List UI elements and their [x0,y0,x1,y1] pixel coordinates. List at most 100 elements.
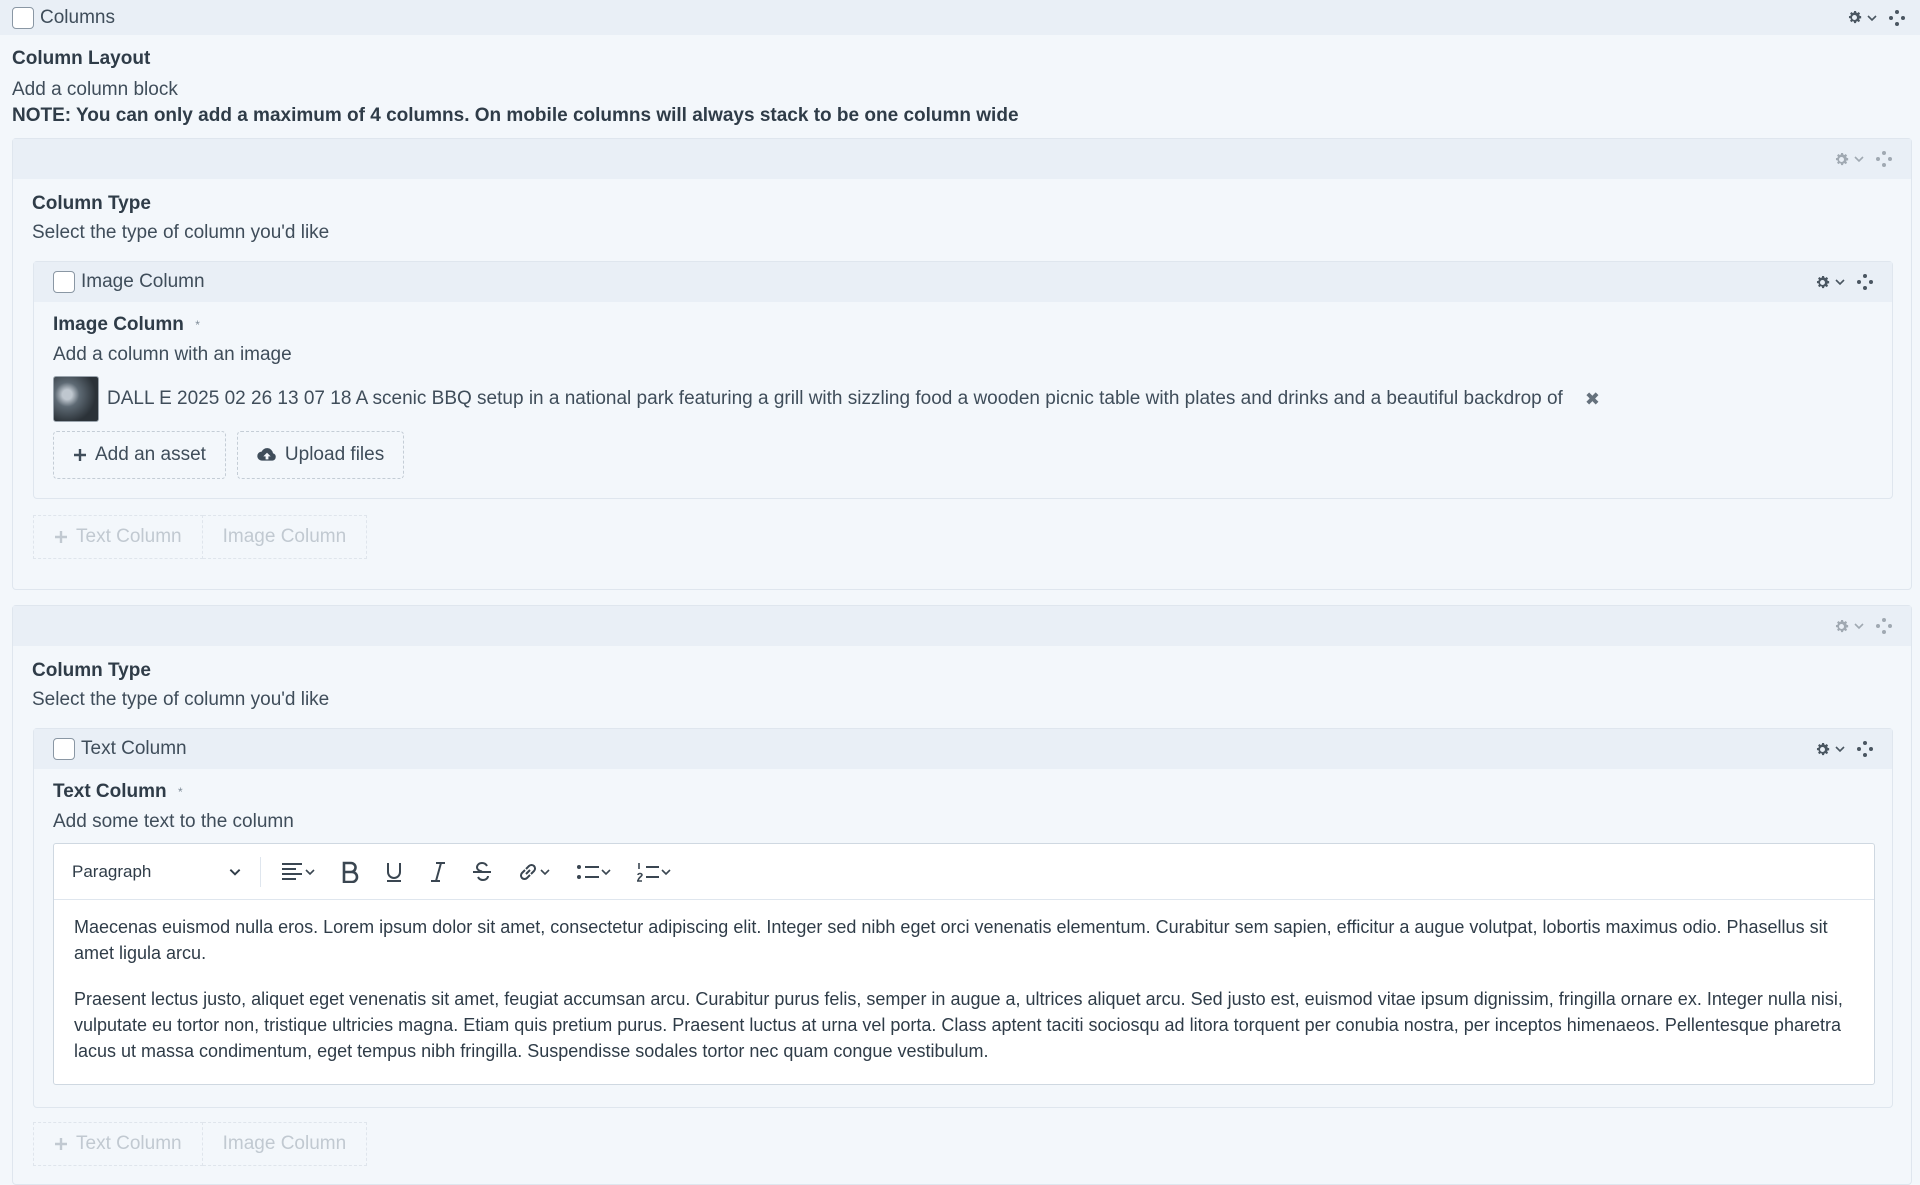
image-column-controls [1814,262,1874,302]
columns-block-header: Columns [0,0,1920,35]
editor-paragraph: Praesent lectus justo, aliquet eget vene… [74,989,1843,1061]
add-image-column-label: Image Column [222,1133,347,1154]
text-column-field: Text Column * Add some text to the colum… [53,781,294,833]
text-column-entry: Text Column Text Column * Add some text … [33,728,1893,1108]
column-type-field-1: Column Type Select the type of column yo… [32,193,329,244]
settings-menu-button[interactable] [1846,9,1878,26]
remove-icon[interactable]: ✖ [1585,389,1600,410]
asset-filename: DALL E 2025 02 26 13 07 18 A scenic BBQ … [107,388,1563,409]
chevron-down-icon [305,868,315,875]
text-column-controls [1814,729,1874,769]
bold-button[interactable] [333,852,367,892]
block-2-controls [1833,606,1893,646]
text-column-header: Text Column [34,729,1892,769]
editor-content[interactable]: Maecenas euismod nulla eros. Lorem ipsum… [54,900,1874,1074]
gear-icon [1816,275,1830,288]
gear-icon [1848,10,1862,24]
format-select[interactable]: Paragraph [72,862,242,882]
add-image-column-button[interactable]: Image Column [202,515,368,559]
text-column-settings-button[interactable] [1814,741,1846,758]
add-text-column-button[interactable]: Text Column [33,1122,203,1166]
column-layout-label: Column Layout [12,48,151,69]
image-column-header: Image Column [34,262,1892,302]
format-select-value: Paragraph [72,861,152,881]
align-left-icon [282,862,302,880]
chevron-down-icon [229,868,241,876]
align-button[interactable] [273,852,323,892]
toolbar-separator [260,856,261,887]
columns-block-controls [1846,0,1906,35]
editor-paragraph: Maecenas euismod nulla eros. Lorem ipsum… [74,917,1828,963]
add-text-column-button[interactable]: Text Column [33,515,203,559]
chevron-down-icon [1835,279,1845,286]
italic-icon [431,861,445,882]
block-1-controls [1833,139,1893,179]
underline-button[interactable] [377,852,411,892]
move-icon[interactable] [1875,150,1893,168]
image-column-title: Image Column [81,271,205,292]
plus-icon [74,449,86,461]
column-type-description: Select the type of column you'd like [32,689,330,710]
column-type-label: Column Type [32,193,151,214]
add-text-column-label: Text Column [76,526,182,547]
column-block-1: Column Type Select the type of column yo… [12,138,1912,590]
upload-files-label: Upload files [284,444,385,465]
image-column-checkbox[interactable] [53,271,75,293]
move-icon[interactable] [1875,617,1893,635]
chevron-down-icon [601,868,611,875]
move-icon[interactable] [1856,740,1874,758]
rich-text-editor: Paragraph Maecenas euismod nulla eros. L… [53,843,1875,1085]
strikethrough-button[interactable] [465,852,499,892]
column-block-2: Column Type Select the type of column yo… [12,605,1912,1185]
text-column-checkbox[interactable] [53,738,75,760]
text-column-description: Add some text to the column [53,811,294,832]
column-block-2-header [13,606,1911,646]
italic-button[interactable] [421,852,455,892]
move-icon[interactable] [1888,9,1906,27]
numbered-list-button[interactable] [629,852,679,892]
add-asset-button[interactable]: Add an asset [53,431,226,479]
image-column-field: Image Column * Add a column with an imag… [53,314,292,366]
upload-files-button[interactable]: Upload files [236,431,405,479]
asset-thumbnail[interactable] [53,376,99,422]
image-column-description: Add a column with an image [53,344,292,365]
columns-select-checkbox[interactable] [12,6,34,29]
column-layout-field: Column Layout Add a column block NOTE: Y… [0,35,1920,127]
bulleted-list-icon [577,864,599,879]
chevron-down-icon [1854,156,1864,163]
selected-asset: DALL E 2025 02 26 13 07 18 A scenic BBQ … [53,376,1600,422]
add-column-buttons-2: Text Column Image Column [33,1122,368,1166]
text-column-label: Text Column [53,781,167,802]
block-1-settings-button[interactable] [1833,151,1865,168]
numbered-list-icon [637,862,659,882]
text-column-title: Text Column [81,738,187,759]
bulleted-list-button[interactable] [569,852,619,892]
required-indicator: * [195,317,200,332]
column-layout-note: NOTE: You can only add a maximum of 4 co… [12,105,1019,126]
gear-icon [1816,742,1830,755]
move-icon[interactable] [1856,273,1874,291]
chevron-down-icon [661,868,671,875]
add-text-column-label: Text Column [76,1133,182,1154]
column-type-label: Column Type [32,660,151,681]
link-icon [519,863,537,880]
add-image-column-button[interactable]: Image Column [202,1122,368,1166]
columns-block-title: Columns [40,6,115,28]
strikethrough-icon [473,861,491,881]
cloud-upload-icon [257,448,276,461]
underline-icon [387,862,401,882]
add-asset-label: Add an asset [95,444,206,465]
block-2-settings-button[interactable] [1833,618,1865,635]
image-column-settings-button[interactable] [1814,274,1846,291]
image-column-entry: Image Column Image Column * Add a column… [33,261,1893,499]
chevron-down-icon [1835,746,1845,753]
column-type-field-2: Column Type Select the type of column yo… [32,660,329,711]
column-layout-description: Add a column block [12,79,178,100]
add-column-buttons-1: Text Column Image Column [33,515,368,559]
required-indicator: * [177,784,183,799]
editor-toolbar: Paragraph [54,844,1874,900]
image-column-label: Image Column [53,314,184,335]
link-button[interactable] [509,852,559,892]
chevron-down-icon [540,868,550,875]
chevron-down-icon [1854,623,1864,630]
